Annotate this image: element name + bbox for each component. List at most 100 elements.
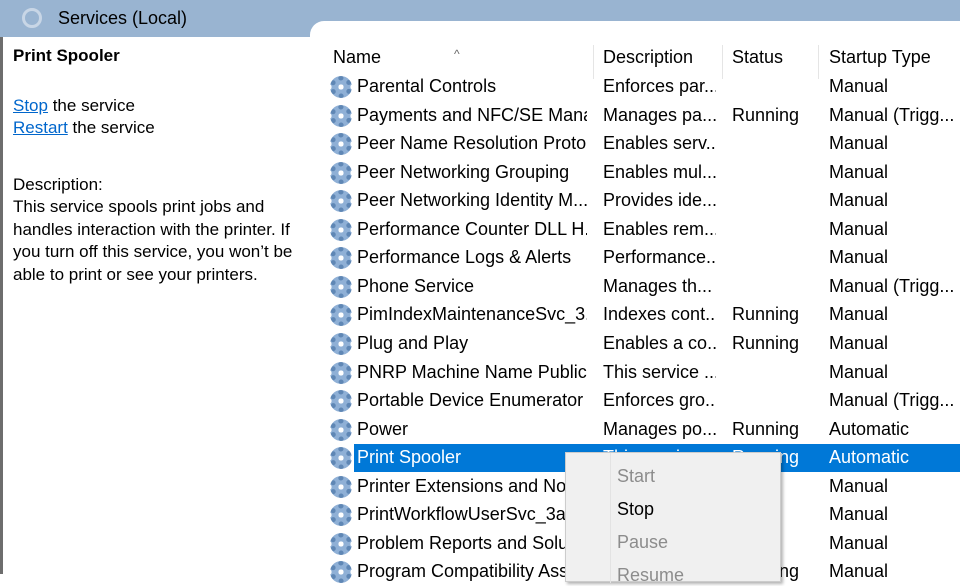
service-row[interactable]: Parental Controls Enforces par... Manual <box>320 73 960 101</box>
cell-name: Performance Counter DLL H... <box>357 218 587 239</box>
cell-description: This service ... <box>603 361 716 382</box>
gear-icon <box>330 561 352 584</box>
cell-name: Peer Networking Identity M... <box>357 190 587 211</box>
cell-startup: Manual <box>829 76 889 96</box>
header-title: Services (Local) <box>58 8 188 28</box>
cell-startup: Manual (Trigg... <box>829 104 955 125</box>
gear-icon <box>330 133 352 156</box>
gear-icon <box>330 190 352 213</box>
cell-status: Running <box>732 104 800 125</box>
cell-name: Portable Device Enumerator ... <box>357 390 587 411</box>
cell-description: Enables rem... <box>603 218 716 239</box>
cell-startup: Manual <box>829 304 889 325</box>
services-icon <box>22 8 42 28</box>
column-status[interactable]: Status <box>732 47 783 68</box>
cell-startup: Manual (Trigg... <box>829 390 955 411</box>
column-description[interactable]: Description <box>603 47 693 68</box>
cell-name: PimIndexMaintenanceSvc_3... <box>357 304 587 325</box>
column-startup-type[interactable]: Startup Type <box>829 47 931 68</box>
description-label: Description: <box>13 174 103 194</box>
menu-item-pause[interactable]: Pause <box>617 532 668 553</box>
cell-description: Provides ide... <box>603 190 716 211</box>
cell-status: Running <box>732 418 800 439</box>
cell-name: Printer Extensions and Noti... <box>357 475 587 496</box>
service-row[interactable]: Payments and NFC/SE Mana... Manages pa...… <box>320 102 960 130</box>
cell-startup: Manual <box>829 133 889 154</box>
service-details-pane: Print Spooler Stop the service Restart t… <box>0 37 310 574</box>
service-row[interactable]: PimIndexMaintenanceSvc_3... Indexes cont.… <box>320 301 960 329</box>
cell-startup: Manual <box>829 190 889 211</box>
service-name: Print Spooler <box>13 46 120 65</box>
cell-name: Phone Service <box>357 275 475 296</box>
cell-startup: Automatic <box>829 418 910 439</box>
stop-suffix: the service <box>47 95 135 115</box>
cell-name: Power <box>357 418 409 439</box>
service-row[interactable]: Performance Counter DLL H... Enables rem.… <box>320 216 960 244</box>
cell-name: Performance Logs & Alerts <box>357 247 572 268</box>
gear-icon <box>330 247 352 270</box>
cell-startup: Manual <box>829 504 889 525</box>
gear-icon <box>330 76 352 98</box>
cell-name: Print Spooler <box>357 447 462 468</box>
cell-startup: Manual <box>829 332 889 353</box>
cell-status: Running <box>732 332 800 353</box>
description-text: This service spools print jobs and handl… <box>13 197 293 284</box>
cell-description: Manages po... <box>603 418 716 439</box>
cell-startup: Manual <box>829 475 889 496</box>
cell-description: Enables serv... <box>603 133 716 154</box>
gear-icon <box>330 447 352 470</box>
gear-icon <box>330 390 352 413</box>
gear-icon <box>330 361 352 384</box>
cell-description: Manages pa... <box>603 104 716 125</box>
gear-icon <box>330 332 352 355</box>
cell-description: Manages th... <box>603 275 713 296</box>
gear-icon <box>330 418 352 441</box>
cell-startup: Manual <box>829 161 889 182</box>
gear-icon <box>330 104 352 127</box>
cell-description: Performance... <box>603 247 716 268</box>
cell-startup: Manual <box>829 247 889 268</box>
cell-name: Peer Name Resolution Proto... <box>357 133 587 154</box>
cell-startup: Manual <box>829 361 889 382</box>
menu-item-start[interactable]: Start <box>617 466 655 487</box>
service-row[interactable]: Portable Device Enumerator ... Enforces g… <box>320 387 960 415</box>
cell-name: Program Compatibility Assi... <box>357 561 587 582</box>
cell-name: PrintWorkflowUserSvc_3a8... <box>357 504 587 525</box>
gear-icon <box>330 161 352 184</box>
cell-description: Enables a co... <box>603 332 716 353</box>
cell-startup: Manual <box>829 561 889 582</box>
gear-icon <box>330 504 352 527</box>
cell-name: Payments and NFC/SE Mana... <box>357 104 587 125</box>
column-header: ^ Name Description Status Startup Type <box>320 45 960 79</box>
cell-name: PNRP Machine Name Public... <box>357 361 587 382</box>
sort-ascending-icon: ^ <box>454 47 460 61</box>
cell-startup: Manual <box>829 218 889 239</box>
service-row[interactable]: Plug and Play Enables a co... Running Manua… <box>320 330 960 358</box>
cell-description: Enforces gro... <box>603 390 716 411</box>
cell-startup: Manual (Trigg... <box>829 275 955 296</box>
service-row[interactable]: Power Manages po... Running Automatic <box>320 416 960 444</box>
restart-link[interactable]: Restart <box>13 118 68 137</box>
menu-item-resume[interactable]: Resume <box>617 565 684 586</box>
cell-description: Indexes cont... <box>603 304 716 325</box>
service-row[interactable]: Phone Service Manages th... Manual (Trigg.… <box>320 273 960 301</box>
cell-status: Running <box>732 304 800 325</box>
service-row[interactable]: Peer Networking Grouping Enables mul... Ma… <box>320 159 960 187</box>
column-name[interactable]: Name <box>333 47 381 68</box>
cell-startup: Manual <box>829 532 889 553</box>
stop-link[interactable]: Stop <box>13 96 48 115</box>
service-row[interactable]: Performance Logs & Alerts Performance... M… <box>320 244 960 272</box>
gear-icon <box>330 218 352 241</box>
cell-name: Parental Controls <box>357 76 497 96</box>
service-row[interactable]: PNRP Machine Name Public... This service … <box>320 359 960 387</box>
gear-icon <box>330 275 352 298</box>
service-row[interactable]: Peer Name Resolution Proto... Enables ser… <box>320 130 960 158</box>
service-row[interactable]: Peer Networking Identity M... Provides id… <box>320 187 960 215</box>
menu-item-stop[interactable]: Stop <box>617 499 654 520</box>
cell-description: Enables mul... <box>603 161 716 182</box>
cell-name: Problem Reports and Soluti... <box>357 532 587 553</box>
cell-description: Enforces par... <box>603 76 716 96</box>
gear-icon <box>330 304 352 327</box>
cell-startup: Automatic <box>829 447 910 468</box>
gear-icon <box>330 532 352 555</box>
